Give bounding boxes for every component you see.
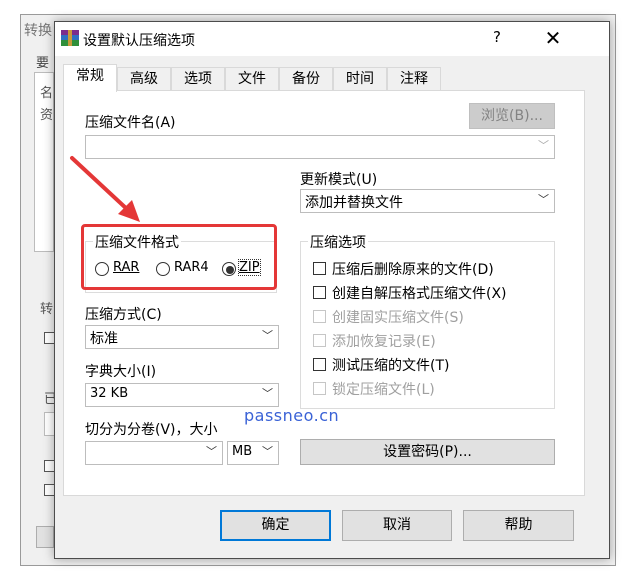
watermark-text: passneo.cn [244, 406, 340, 425]
tab-backup[interactable]: 备份 [279, 67, 333, 91]
checkbox-lock-archive[interactable] [313, 382, 326, 395]
dialog-title: 设置默认压缩选项 [83, 33, 195, 49]
update-mode-label: 更新模式(U) [300, 172, 378, 188]
chevron-down-icon: ﹀ [538, 139, 549, 152]
help-button[interactable]: 帮助 [463, 510, 574, 541]
winrar-app-icon [61, 30, 79, 46]
checkbox-delete-after[interactable] [313, 262, 326, 275]
highlight-box [81, 224, 277, 290]
archive-name-input[interactable]: ﹀ [85, 135, 555, 159]
chevron-down-icon: ﹀ [206, 445, 217, 458]
compression-method-value: 标准 [90, 331, 118, 347]
cancel-button[interactable]: 取消 [342, 510, 452, 541]
checkbox-test-files[interactable] [313, 358, 326, 371]
option-delete-after-label: 压缩后删除原来的文件(D) [332, 262, 494, 278]
dictionary-size-value: 32 KB [90, 386, 129, 401]
chevron-down-icon: ﹀ [262, 445, 273, 458]
settings-dialog: 设置默认压缩选项 ? ✕ 常规 高级 选项 文件 备份 时间 注释 压缩文件名(… [54, 21, 610, 559]
title-bar: 设置默认压缩选项 ? ✕ [55, 22, 609, 56]
compression-method-select[interactable]: 标准 ﹀ [85, 325, 279, 349]
compression-method-label: 压缩方式(C) [85, 307, 162, 323]
background-side-label: 转 [40, 302, 54, 317]
tab-options[interactable]: 选项 [171, 67, 225, 91]
option-solid-archive-label: 创建固实压缩文件(S) [332, 310, 464, 326]
background-label: 要 [36, 56, 50, 71]
chevron-down-icon: ﹀ [538, 193, 549, 206]
checkbox-solid-archive[interactable] [313, 310, 326, 323]
split-unit-select[interactable]: MB ﹀ [227, 441, 279, 465]
set-password-button[interactable]: 设置密码(P)... [300, 439, 555, 465]
help-question-icon[interactable]: ? [485, 28, 509, 50]
browse-button[interactable]: 浏览(B)... [469, 103, 555, 129]
split-volumes-label: 切分为分卷(V)，大小 [85, 422, 218, 438]
option-recovery-record-label: 添加恢复记录(E) [332, 334, 436, 350]
option-create-sfx-label: 创建自解压格式压缩文件(X) [332, 286, 507, 302]
split-size-input[interactable]: ﹀ [85, 441, 223, 465]
close-icon[interactable]: ✕ [539, 26, 567, 50]
tab-general[interactable]: 常规 [63, 64, 117, 92]
tab-advanced[interactable]: 高级 [117, 67, 171, 91]
background-text-line: 名 [40, 86, 54, 101]
chevron-down-icon: ﹀ [262, 387, 273, 400]
archiving-options-title: 压缩选项 [308, 232, 368, 252]
split-unit-value: MB [232, 444, 253, 459]
update-mode-select[interactable]: 添加并替换文件 ﹀ [300, 189, 555, 213]
ok-button[interactable]: 确定 [220, 510, 331, 541]
checkbox-create-sfx[interactable] [313, 286, 326, 299]
tab-comment[interactable]: 注释 [387, 67, 441, 91]
update-mode-value: 添加并替换文件 [305, 195, 403, 211]
archive-name-label: 压缩文件名(A) [85, 115, 176, 131]
tab-files[interactable]: 文件 [225, 67, 279, 91]
option-test-files-label: 测试压缩的文件(T) [332, 358, 450, 374]
chevron-down-icon: ﹀ [262, 329, 273, 342]
background-window-title: 转换 [24, 23, 52, 39]
background-text-line: 资 [40, 108, 54, 123]
tab-time[interactable]: 时间 [333, 67, 387, 91]
checkbox-recovery-record[interactable] [313, 334, 326, 347]
option-lock-archive-label: 锁定压缩文件(L) [332, 382, 435, 398]
dictionary-size-label: 字典大小(I) [85, 364, 157, 380]
background-button[interactable] [36, 526, 54, 548]
dictionary-size-select[interactable]: 32 KB ﹀ [85, 383, 279, 407]
